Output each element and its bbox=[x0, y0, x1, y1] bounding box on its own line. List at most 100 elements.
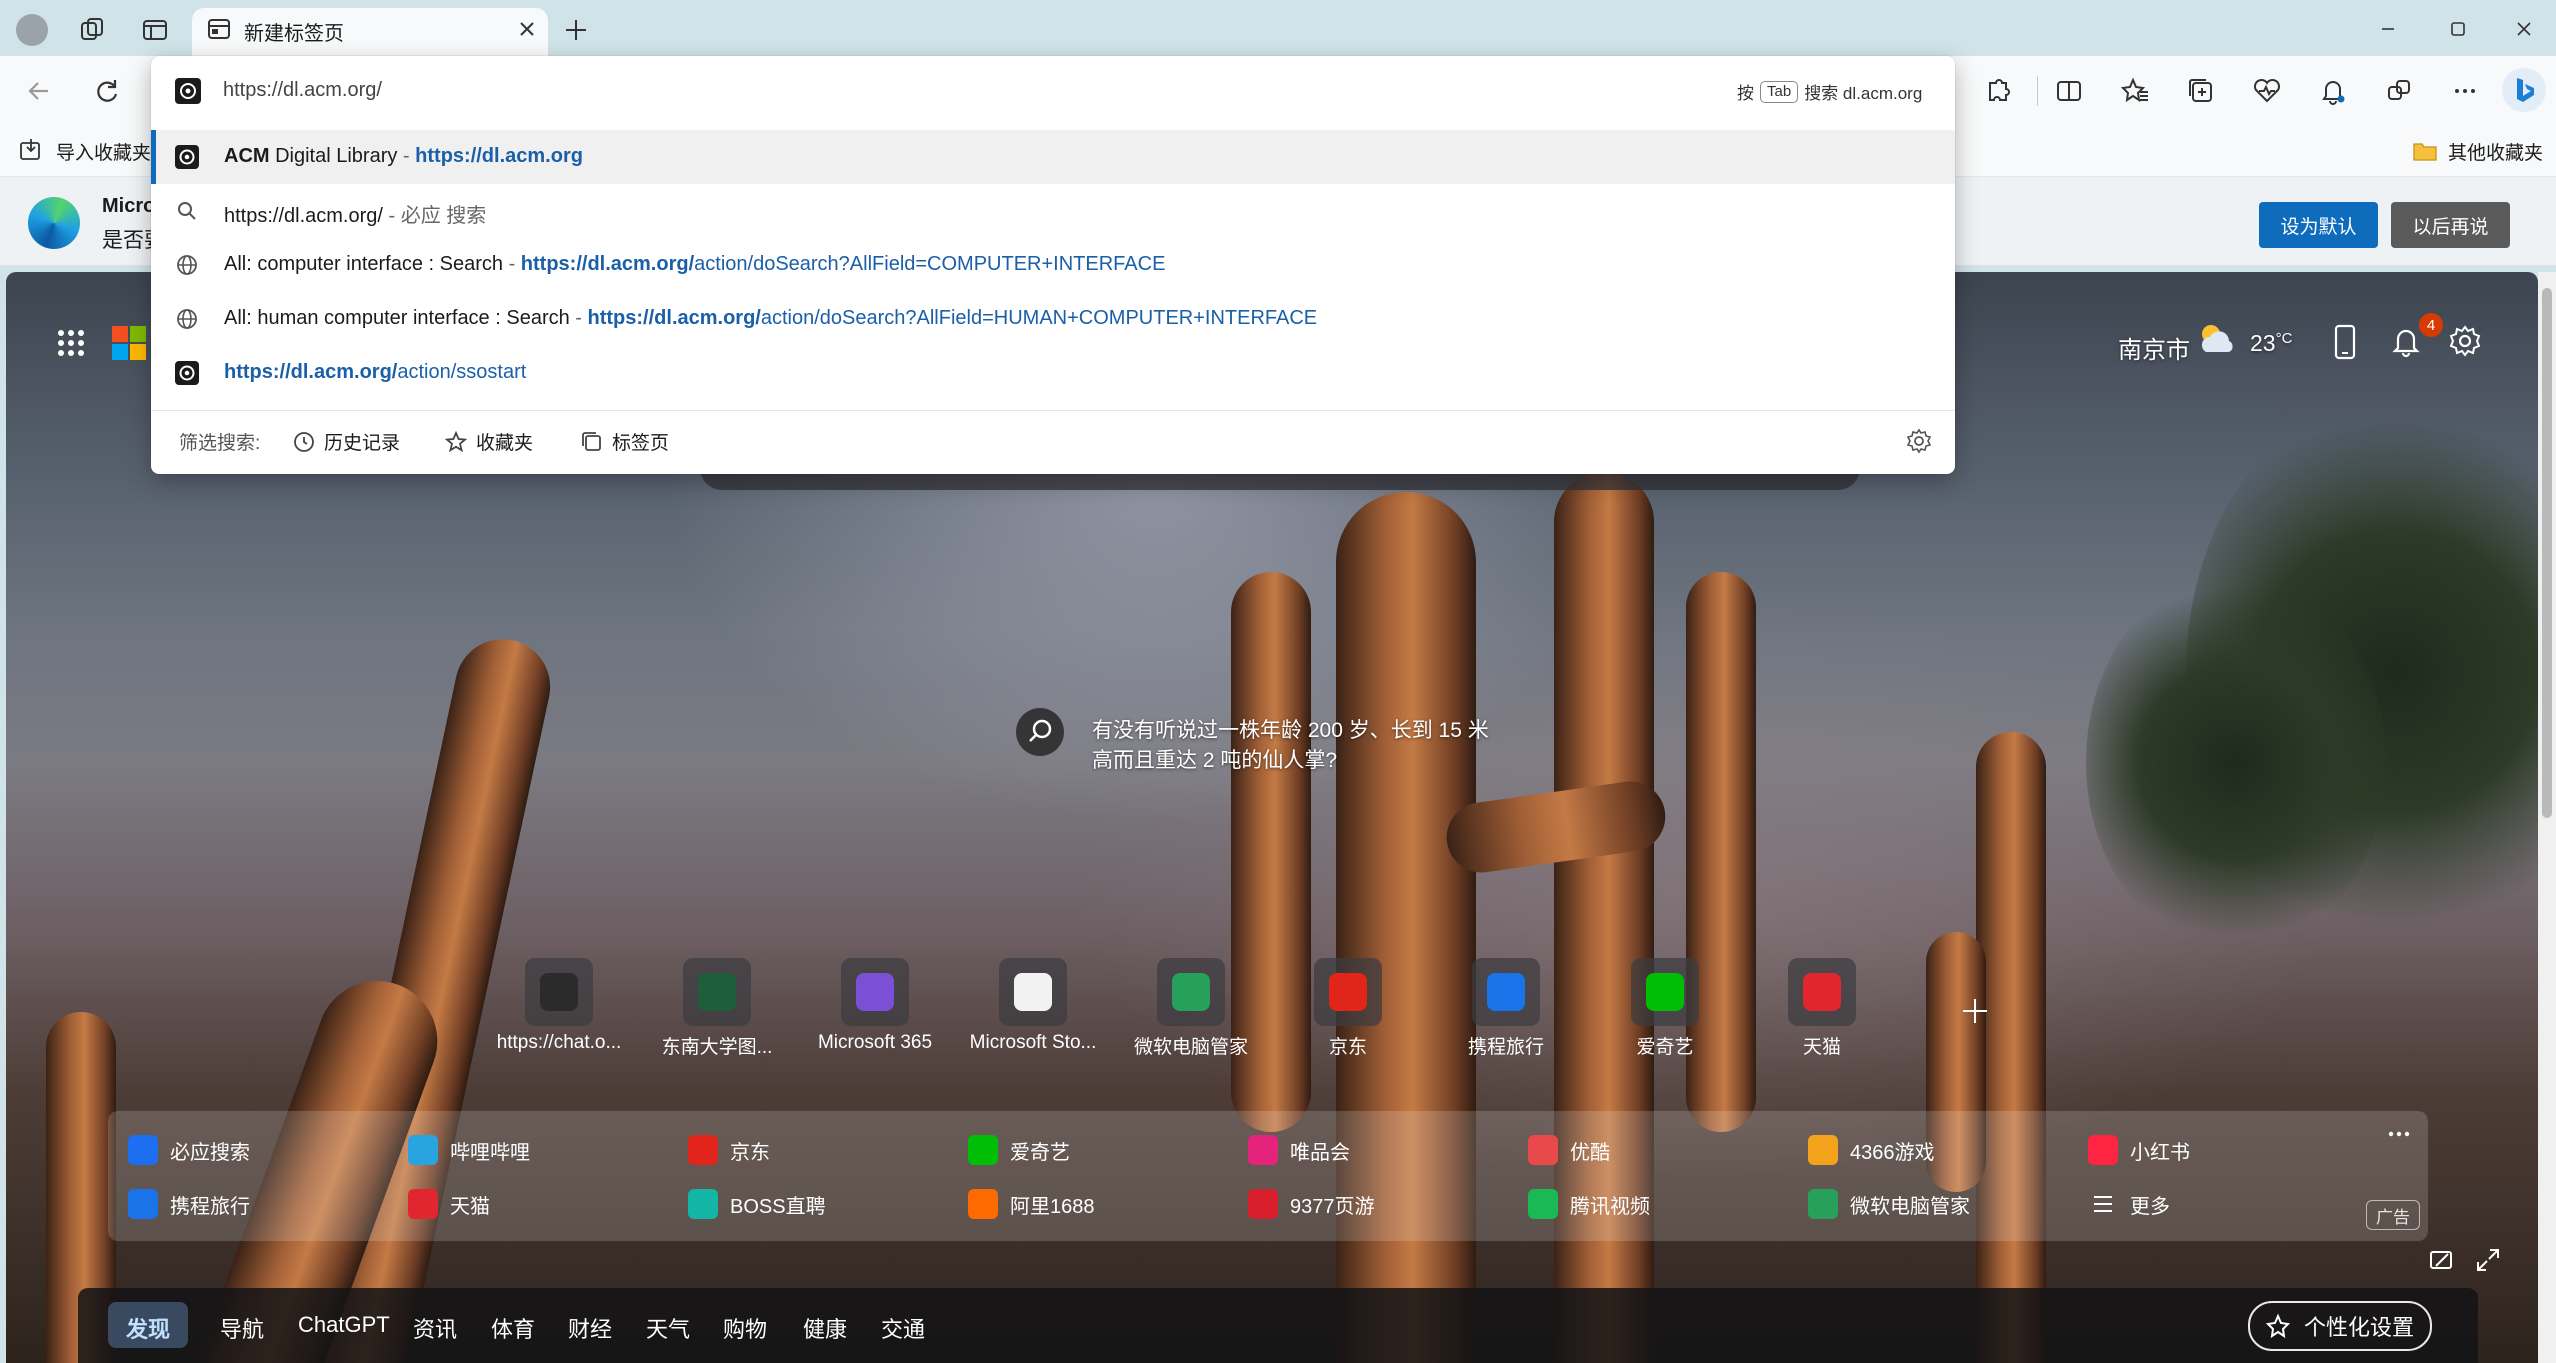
folder-icon bbox=[2412, 139, 2438, 163]
featured-link[interactable]: 哔哩哔哩 bbox=[408, 1132, 530, 1168]
quick-link-tile[interactable]: https://chat.o... bbox=[483, 958, 635, 1062]
address-input[interactable]: https://dl.acm.org/ bbox=[223, 79, 382, 102]
refresh-icon[interactable] bbox=[92, 76, 122, 106]
other-favorites-folder[interactable]: 其他收藏夹 bbox=[2448, 138, 2543, 165]
dropdown-settings-gear-icon[interactable] bbox=[1906, 428, 1932, 454]
profile-avatar-icon[interactable] bbox=[16, 14, 48, 46]
set-default-button[interactable]: 设为默认 bbox=[2259, 202, 2378, 248]
split-screen-icon[interactable] bbox=[2052, 74, 2086, 108]
featured-link[interactable]: 阿里1688 bbox=[968, 1186, 1095, 1222]
copilot-button[interactable] bbox=[2502, 68, 2546, 112]
maximize-icon[interactable] bbox=[2440, 14, 2476, 44]
close-tab-icon[interactable] bbox=[516, 18, 538, 40]
expand-icon[interactable] bbox=[2474, 1246, 2502, 1274]
feed-nav-item[interactable]: ChatGPT bbox=[298, 1312, 390, 1338]
featured-link[interactable]: 爱奇艺 bbox=[968, 1132, 1070, 1168]
featured-link-label: 优酷 bbox=[1570, 1141, 1610, 1164]
quick-link-tile[interactable]: 携程旅行 bbox=[1430, 958, 1582, 1062]
filter-history[interactable]: 历史记录 bbox=[292, 428, 400, 455]
filter-search-label: 筛选搜索: bbox=[179, 433, 261, 454]
feed-nav-item[interactable]: 天气 bbox=[646, 1312, 690, 1344]
suggestion-computer-interface[interactable]: All: computer interface : Search - https… bbox=[151, 238, 1955, 292]
filter-tabs[interactable]: 标签页 bbox=[580, 428, 669, 455]
featured-link[interactable]: 小红书 bbox=[2088, 1132, 2190, 1168]
page-settings-gear-icon[interactable] bbox=[2448, 324, 2482, 358]
quick-link-tile[interactable]: 东南大学图... bbox=[641, 958, 793, 1062]
feed-nav-item[interactable]: 体育 bbox=[491, 1312, 535, 1344]
feed-nav-item[interactable]: 财经 bbox=[568, 1312, 612, 1344]
featured-link[interactable]: 必应搜索 bbox=[128, 1132, 250, 1168]
import-favorites-icon bbox=[18, 138, 44, 164]
app-launcher-icon[interactable] bbox=[56, 328, 86, 358]
scrollbar-thumb[interactable] bbox=[2542, 288, 2552, 818]
ctrip-icon bbox=[1487, 973, 1525, 1011]
minimize-icon[interactable] bbox=[2370, 14, 2406, 44]
ntp-bell-icon[interactable] bbox=[2390, 324, 2422, 358]
quick-link-icon-box bbox=[683, 958, 751, 1026]
featured-link[interactable]: 携程旅行 bbox=[128, 1186, 250, 1222]
edit-background-icon[interactable] bbox=[2428, 1246, 2456, 1274]
collections-icon[interactable] bbox=[2184, 74, 2218, 108]
quick-link-label: 爱奇艺 bbox=[1636, 1037, 1694, 1058]
filter-favorites[interactable]: 收藏夹 bbox=[444, 428, 533, 455]
suggestion-bing-search[interactable]: https://dl.acm.org/ - 必应 搜索 bbox=[151, 184, 1955, 238]
more-menu-icon[interactable] bbox=[2448, 74, 2482, 108]
boss-icon bbox=[688, 1189, 718, 1219]
feed-nav-item[interactable]: 导航 bbox=[220, 1312, 264, 1344]
featured-link-label: 9377页游 bbox=[1290, 1195, 1375, 1218]
featured-link[interactable]: 京东 bbox=[688, 1132, 770, 1168]
featured-link[interactable]: 优酷 bbox=[1528, 1132, 1610, 1168]
favorites-star-icon[interactable] bbox=[2118, 74, 2152, 108]
partly-cloudy-icon bbox=[2196, 322, 2236, 356]
quick-link-label: Microsoft Sto... bbox=[969, 1032, 1097, 1053]
featured-link[interactable]: 微软电脑管家 bbox=[1808, 1186, 1970, 1222]
new-tab-plus-icon[interactable] bbox=[562, 16, 590, 44]
quick-link-tile[interactable]: 微软电脑管家 bbox=[1115, 958, 1267, 1062]
suggestion-ssostart[interactable]: https://dl.acm.org/action/ssostart bbox=[151, 346, 1955, 400]
workspaces-icon[interactable] bbox=[78, 16, 106, 44]
quick-link-tile[interactable]: 天猫 bbox=[1746, 958, 1898, 1062]
notification-count-badge: 4 bbox=[2419, 313, 2443, 337]
bing-search-icon bbox=[128, 1135, 158, 1165]
add-shortcut-plus-icon[interactable] bbox=[1960, 996, 1990, 1026]
back-arrow-icon[interactable] bbox=[24, 76, 54, 106]
quick-link-tile[interactable]: Microsoft Sto... bbox=[957, 958, 1109, 1062]
weather-city[interactable]: 南京市 bbox=[2118, 330, 2190, 365]
phone-icon[interactable] bbox=[2330, 322, 2360, 362]
image-caption[interactable]: 有没有听说过一株年龄 200 岁、长到 15 米高而且重达 2 吨的仙人掌? bbox=[1092, 716, 1492, 776]
pcmanager-icon bbox=[1172, 973, 1210, 1011]
personalize-button[interactable]: 个性化设置 bbox=[2248, 1301, 2432, 1351]
suggestion-human-computer-interface[interactable]: All: human computer interface : Search -… bbox=[151, 292, 1955, 346]
notification-bell-icon[interactable] bbox=[2316, 74, 2350, 108]
featured-link[interactable]: 9377页游 bbox=[1248, 1186, 1375, 1222]
featured-link[interactable]: 唯品会 bbox=[1248, 1132, 1350, 1168]
quick-link-tile[interactable]: 京东 bbox=[1272, 958, 1424, 1062]
feed-nav-item[interactable]: 发现 bbox=[126, 1312, 170, 1344]
feed-nav-item[interactable]: 购物 bbox=[723, 1312, 767, 1344]
browser-essentials-icon[interactable] bbox=[2250, 74, 2284, 108]
links-more-options-icon[interactable] bbox=[2384, 1128, 2414, 1140]
later-button[interactable]: 以后再说 bbox=[2391, 202, 2510, 248]
quick-link-icon-box bbox=[1631, 958, 1699, 1026]
quick-link-tile[interactable]: 爱奇艺 bbox=[1589, 958, 1741, 1062]
seu-icon bbox=[698, 973, 736, 1011]
extensions-icon[interactable] bbox=[1980, 74, 2014, 108]
featured-link[interactable]: 天猫 bbox=[408, 1186, 490, 1222]
close-window-icon[interactable] bbox=[2506, 14, 2542, 44]
featured-link[interactable]: 更多 bbox=[2088, 1186, 2170, 1222]
feed-nav-item[interactable]: 健康 bbox=[803, 1312, 847, 1344]
quick-link-label: 微软电脑管家 bbox=[1133, 1037, 1248, 1058]
import-favorites-link[interactable]: 导入收藏夹 bbox=[56, 138, 151, 165]
feed-nav-item[interactable]: 资讯 bbox=[413, 1312, 457, 1344]
share-link-icon[interactable] bbox=[2382, 74, 2416, 108]
feed-nav-item[interactable]: 交通 bbox=[881, 1312, 925, 1344]
quick-link-tile[interactable]: Microsoft 365 bbox=[799, 958, 951, 1062]
featured-link[interactable]: 腾讯视频 bbox=[1528, 1186, 1650, 1222]
featured-link[interactable]: 4366游戏 bbox=[1808, 1132, 1935, 1168]
featured-link[interactable]: BOSS直聘 bbox=[688, 1186, 826, 1222]
vertical-tabs-icon[interactable] bbox=[141, 16, 169, 44]
image-info-search-icon[interactable] bbox=[1016, 708, 1064, 756]
banner-title: Micro bbox=[102, 195, 156, 217]
featured-link-label: 爱奇艺 bbox=[1010, 1141, 1070, 1164]
suggestion-acm-digital-library[interactable]: ACM Digital Library - https://dl.acm.org bbox=[151, 130, 1955, 184]
